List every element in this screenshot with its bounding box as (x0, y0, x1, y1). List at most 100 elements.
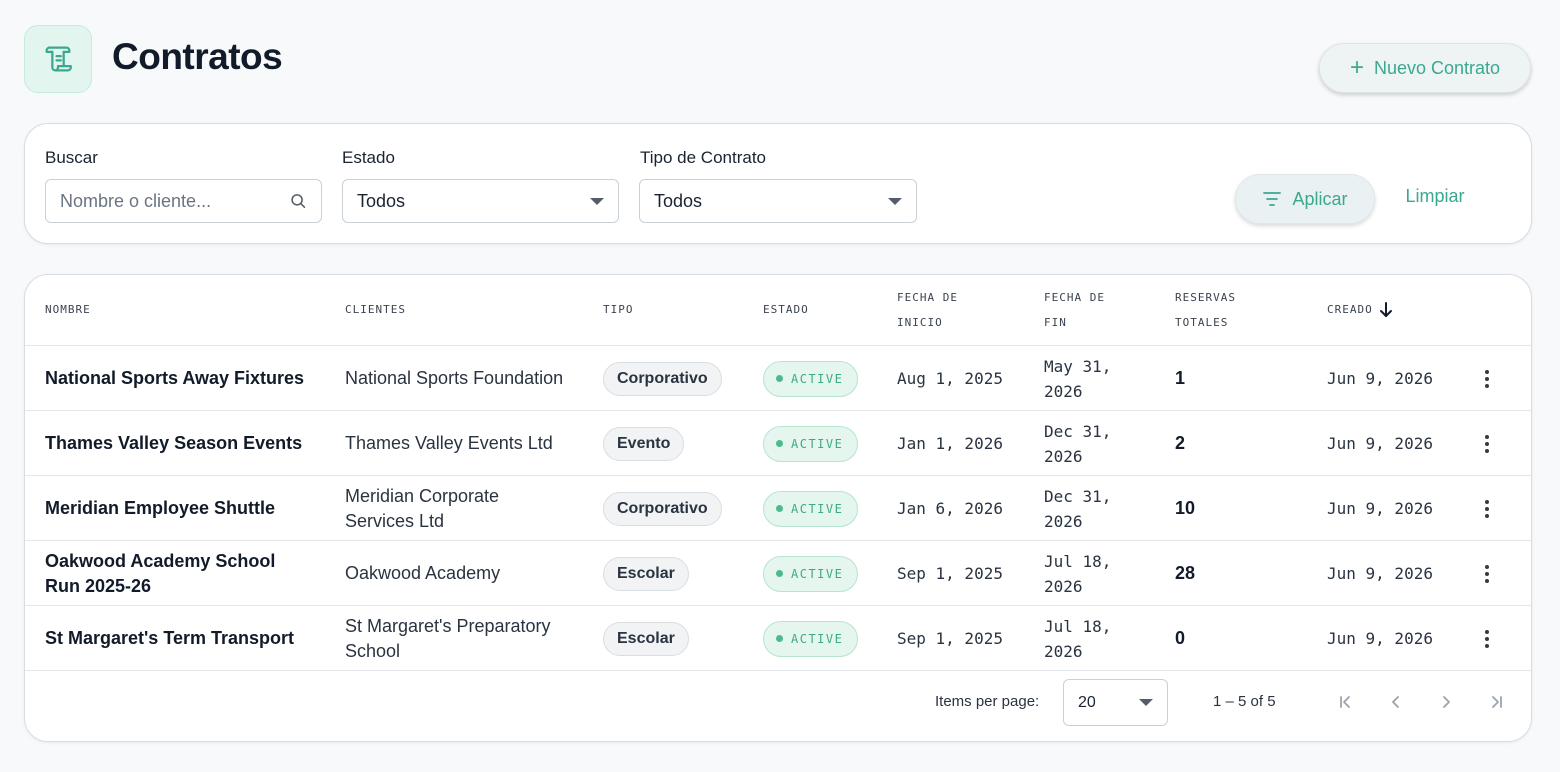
apply-filters-label: Aplicar (1292, 188, 1348, 209)
new-contract-button[interactable]: + Nuevo Contrato (1319, 43, 1531, 93)
chevron-down-icon (888, 197, 902, 205)
column-header-creado[interactable]: Creado (1327, 297, 1393, 322)
contract-end-date: Dec 31, 2026 (1044, 486, 1112, 531)
search-field[interactable] (45, 179, 322, 223)
contract-client: Meridian Corporate Services Ltd (345, 485, 500, 531)
contract-total-reservations: 10 (1175, 498, 1196, 518)
status-badge: ACTIVE (763, 360, 859, 397)
contract-type-cell: Corporativo (603, 346, 722, 411)
contract-created-date: Jun 9, 2026 (1327, 434, 1433, 453)
first-page-icon (1340, 696, 1350, 708)
column-header-estado[interactable]: Estado (763, 297, 809, 322)
column-header-fecha-fin-line2: Fin (1044, 316, 1067, 329)
contract-end-date: Jul 18, 2026 (1044, 616, 1112, 661)
more-vertical-icon (1485, 499, 1489, 518)
column-header-creado-label: Creado (1327, 303, 1373, 316)
table-row[interactable]: Oakwood Academy School Run 2025-26 Oakwo… (25, 541, 1531, 606)
column-header-clientes[interactable]: Clientes (345, 297, 406, 322)
row-more-actions-button[interactable] (1477, 606, 1497, 671)
contract-start-date: Sep 1, 2025 (897, 564, 1003, 583)
status-badge-label: ACTIVE (791, 371, 844, 386)
contract-end-date: May 31, 2026 (1044, 356, 1112, 401)
tipo-contrato-label: Tipo de Contrato (640, 148, 766, 167)
contract-name[interactable]: Meridian Employee Shuttle (45, 476, 315, 541)
more-vertical-icon (1485, 564, 1489, 583)
status-dot-icon (776, 570, 783, 577)
contract-name[interactable]: Thames Valley Season Events (45, 411, 315, 476)
status-badge: ACTIVE (763, 425, 859, 462)
table-row[interactable]: National Sports Away Fixtures National S… (25, 346, 1531, 411)
status-badge-label: ACTIVE (791, 631, 844, 646)
table-header: Nombre Clientes Tipo Estado Fecha de Ini… (25, 275, 1531, 346)
new-contract-label: Nuevo Contrato (1373, 57, 1501, 78)
contract-client: Thames Valley Events Ltd (345, 433, 553, 453)
items-per-page-label: Items per page: (935, 693, 1040, 710)
previous-page-button[interactable] (1385, 691, 1407, 713)
column-header-fecha-inicio-line2: Inicio (897, 316, 943, 329)
paginator: Items per page: 20 1 – 5 of 5 (25, 671, 1531, 741)
column-header-reservas-totales[interactable]: Reservas Totales (1175, 285, 1236, 335)
contract-type-cell: Escolar (603, 606, 689, 671)
contract-end-date: Jul 18, 2026 (1044, 551, 1112, 596)
column-header-reservas-line2: Totales (1175, 316, 1229, 329)
chevron-down-icon (590, 197, 604, 205)
contract-type-cell: Corporativo (603, 476, 722, 541)
clear-filters-button[interactable]: Limpiar (1393, 186, 1477, 212)
column-header-fecha-fin[interactable]: Fecha de Fin (1044, 285, 1105, 335)
contract-client: Oakwood Academy (345, 563, 501, 583)
row-more-actions-button[interactable] (1477, 476, 1497, 541)
search-label: Buscar (45, 148, 98, 167)
estado-select-value: Todos (357, 190, 406, 211)
filter-icon (1263, 192, 1282, 206)
table-row[interactable]: Meridian Employee Shuttle Meridian Corpo… (25, 476, 1531, 541)
more-vertical-icon (1485, 629, 1489, 648)
status-dot-icon (776, 505, 783, 512)
chevron-left-icon (1392, 696, 1399, 708)
contracts-table: Nombre Clientes Tipo Estado Fecha de Ini… (24, 274, 1532, 742)
contract-status-cell: ACTIVE (763, 411, 859, 476)
contract-total-reservations: 1 (1175, 368, 1186, 388)
apply-filters-button[interactable]: Aplicar (1235, 174, 1375, 224)
contract-type-chip: Escolar (603, 621, 689, 656)
items-per-page-select[interactable]: 20 (1063, 679, 1168, 726)
last-page-icon (1492, 696, 1502, 708)
table-row[interactable]: Thames Valley Season Events Thames Valle… (25, 411, 1531, 476)
row-more-actions-button[interactable] (1477, 346, 1497, 411)
table-row[interactable]: St Margaret's Term Transport St Margaret… (25, 606, 1531, 671)
contract-client: St Margaret's Preparatory School (345, 615, 551, 661)
estado-select[interactable]: Todos (342, 179, 619, 223)
last-page-button[interactable] (1485, 691, 1507, 713)
page-range-label: 1 – 5 of 5 (1213, 693, 1276, 710)
status-badge: ACTIVE (763, 620, 859, 657)
contract-type-chip: Corporativo (603, 361, 722, 396)
status-badge-label: ACTIVE (791, 566, 844, 581)
contract-name[interactable]: St Margaret's Term Transport (45, 606, 315, 671)
contract-total-reservations: 0 (1175, 628, 1186, 648)
row-more-actions-button[interactable] (1477, 541, 1497, 606)
next-page-button[interactable] (1435, 691, 1457, 713)
search-icon (290, 194, 305, 208)
column-header-tipo[interactable]: Tipo (603, 297, 634, 322)
status-badge: ACTIVE (763, 490, 859, 527)
contract-type-chip: Escolar (603, 556, 689, 591)
column-header-fecha-inicio[interactable]: Fecha de Inicio (897, 285, 958, 335)
plus-icon: + (1349, 54, 1364, 81)
search-input[interactable] (60, 190, 289, 212)
tipo-contrato-select[interactable]: Todos (639, 179, 917, 223)
first-page-button[interactable] (1335, 691, 1357, 713)
status-badge-label: ACTIVE (791, 436, 844, 451)
contract-type-chip: Evento (603, 426, 685, 461)
tipo-contrato-select-value: Todos (654, 190, 703, 211)
contract-name[interactable]: Oakwood Academy School Run 2025-26 (45, 541, 315, 606)
filter-panel: Buscar Estado Todos Tipo de Contrato Tod… (24, 123, 1532, 244)
contract-total-reservations: 28 (1175, 563, 1196, 583)
contract-created-date: Jun 9, 2026 (1327, 564, 1433, 583)
estado-label: Estado (342, 148, 395, 167)
contract-type-cell: Evento (603, 411, 685, 476)
column-header-fecha-fin-line1: Fecha de (1044, 291, 1105, 304)
row-more-actions-button[interactable] (1477, 411, 1497, 476)
column-header-nombre[interactable]: Nombre (45, 297, 91, 322)
contract-total-reservations: 2 (1175, 433, 1186, 453)
contract-name[interactable]: National Sports Away Fixtures (45, 346, 315, 411)
contract-status-cell: ACTIVE (763, 346, 859, 411)
